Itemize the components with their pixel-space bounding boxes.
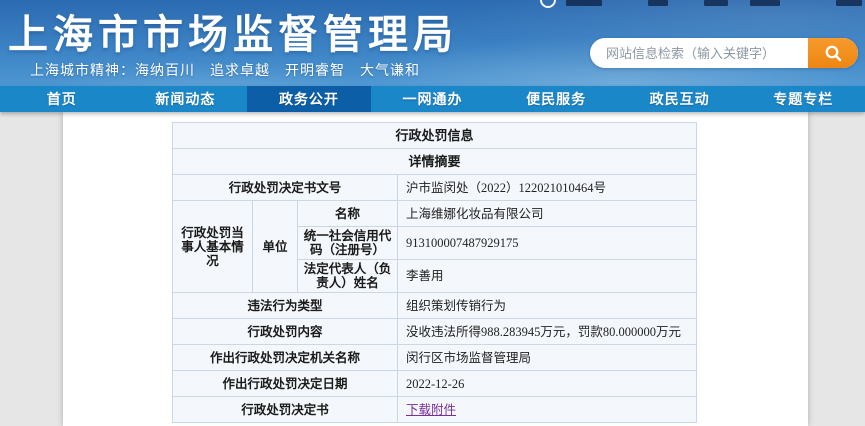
decision-date-label: 作出行政处罚决定日期 — [172, 370, 398, 397]
penalty-table: 行政处罚信息 详情摘要 行政处罚决定书文号 沪市监闵处（2022）1220210… — [171, 122, 698, 423]
table-row: 行政处罚内容 没收违法所得988.283945万元，罚款80.000000万元 — [172, 318, 698, 345]
table-row: 行政处罚当事人基本情况 单位 名称 上海维娜化妆品有限公司 — [172, 200, 698, 293]
table-row: 作出行政处罚决定日期 2022-12-26 — [172, 370, 698, 397]
party-section-label: 行政处罚当事人基本情况 — [172, 200, 253, 293]
decision-doc-label: 行政处罚决定书 — [172, 396, 398, 423]
nav-item-services[interactable]: 便民服务 — [494, 86, 618, 112]
search-icon — [825, 45, 842, 62]
party-name-value: 上海维娜化妆品有限公司 — [396, 200, 698, 227]
table-row: 行政处罚信息 — [171, 122, 698, 149]
credit-code-value: 913100007487929175 — [396, 226, 698, 260]
table-row: 行政处罚决定书 下载附件 — [172, 396, 698, 423]
decision-date-value: 2022-12-26 — [396, 370, 698, 397]
utility-circle-icon — [540, 0, 556, 8]
utility-link-fragment — [704, 0, 728, 6]
nav-item-news[interactable]: 新闻动态 — [124, 86, 248, 112]
nav-item-home[interactable]: 首页 — [0, 86, 124, 112]
table-row: 行政处罚决定书文号 沪市监闵处（2022）122021010464号 — [172, 174, 698, 201]
main-nav: 首页 新闻动态 政务公开 一网通办 便民服务 政民互动 专题专栏 — [0, 86, 865, 112]
doc-no-value: 沪市监闵处（2022）122021010464号 — [396, 174, 698, 201]
table-row: 作出行政处罚决定机关名称 闵行区市场监督管理局 — [172, 344, 698, 371]
utility-link-fragment — [566, 0, 602, 6]
table-subtitle: 详情摘要 — [171, 148, 698, 175]
utility-link-fragment — [648, 0, 668, 6]
site-header: 上海市市场监督管理局 上海城市精神：海纳百川 追求卓越 开明睿智 大气谦和 — [0, 0, 865, 86]
authority-label: 作出行政处罚决定机关名称 — [172, 344, 398, 371]
table-row: 违法行为类型 组织策划传销行为 — [172, 292, 698, 319]
party-unit-label: 单位 — [252, 200, 298, 293]
credit-code-label: 统一社会信用代码（注册号） — [297, 226, 398, 260]
utility-link-fragment — [750, 0, 780, 6]
table-title: 行政处罚信息 — [171, 122, 698, 149]
content-panel: 行政处罚信息 详情摘要 行政处罚决定书文号 沪市监闵处（2022）1220210… — [63, 112, 808, 426]
legal-rep-label: 法定代表人（负责人）姓名 — [297, 259, 398, 293]
search-input[interactable] — [590, 38, 808, 68]
penalty-content-value: 没收违法所得988.283945万元，罚款80.000000万元 — [396, 318, 698, 345]
violation-type-value: 组织策划传销行为 — [396, 292, 698, 319]
nav-item-interaction[interactable]: 政民互动 — [618, 86, 742, 112]
nav-item-gov-affairs[interactable]: 政务公开 — [247, 86, 371, 112]
authority-value: 闵行区市场监督管理局 — [396, 344, 698, 371]
party-name-label: 名称 — [297, 200, 398, 227]
search-button[interactable] — [808, 38, 858, 68]
violation-type-label: 违法行为类型 — [172, 292, 398, 319]
city-motto: 上海城市精神：海纳百川 追求卓越 开明睿智 大气谦和 — [30, 62, 420, 78]
utility-link-fragment — [836, 0, 862, 6]
site-title: 上海市市场监督管理局 — [8, 13, 458, 57]
penalty-content-label: 行政处罚内容 — [172, 318, 398, 345]
decision-doc-value: 下载附件 — [396, 396, 698, 423]
doc-no-label: 行政处罚决定书文号 — [172, 174, 398, 201]
download-attachment-link[interactable]: 下载附件 — [406, 403, 456, 417]
table-row: 详情摘要 — [171, 148, 698, 175]
legal-rep-value: 李善用 — [396, 259, 698, 293]
search-box — [590, 38, 858, 68]
nav-item-one-stop[interactable]: 一网通办 — [371, 86, 495, 112]
nav-item-topics[interactable]: 专题专栏 — [741, 86, 865, 112]
